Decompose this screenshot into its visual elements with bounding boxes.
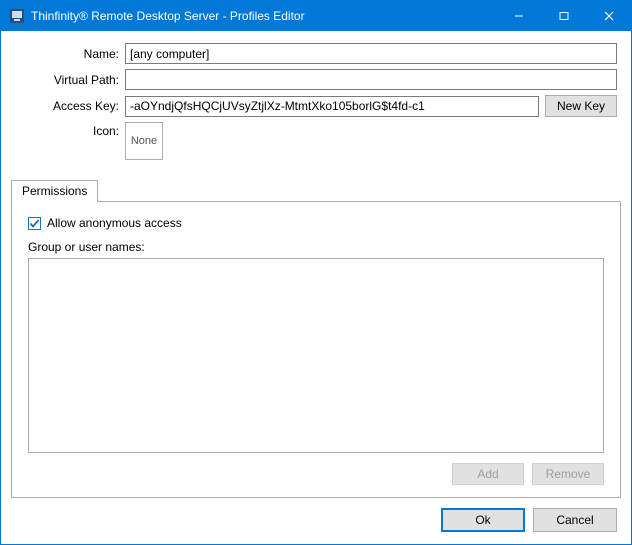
add-button[interactable]: Add: [452, 463, 524, 485]
minimize-button[interactable]: [496, 1, 541, 31]
anonymous-access-label: Allow anonymous access: [47, 216, 182, 230]
group-user-listbox[interactable]: [28, 258, 604, 453]
group-user-label: Group or user names:: [28, 240, 604, 254]
virtual-path-label: Virtual Path:: [15, 73, 125, 87]
icon-label: Icon:: [15, 122, 125, 138]
virtual-path-input[interactable]: [125, 69, 617, 90]
close-button[interactable]: [586, 1, 631, 31]
tabs: Permissions Allow anonymous access Group…: [11, 179, 621, 498]
remove-button[interactable]: Remove: [532, 463, 604, 485]
tabstrip: Permissions: [11, 179, 621, 201]
icon-value: None: [131, 135, 157, 147]
client-area: Name: Virtual Path: Access Key: New Key: [1, 31, 631, 544]
name-input[interactable]: [125, 43, 617, 64]
anonymous-access-checkbox[interactable]: [28, 217, 41, 230]
new-key-button[interactable]: New Key: [545, 95, 617, 117]
ok-button[interactable]: Ok: [441, 508, 525, 532]
titlebar[interactable]: Thinfinity® Remote Desktop Server - Prof…: [1, 1, 631, 31]
window-controls: [496, 1, 631, 31]
permissions-panel: Allow anonymous access Group or user nam…: [11, 201, 621, 498]
app-icon: [9, 8, 25, 24]
name-label: Name:: [15, 47, 125, 61]
icon-picker[interactable]: None: [125, 122, 163, 160]
dialog-footer: Ok Cancel: [11, 498, 621, 534]
maximize-button[interactable]: [541, 1, 586, 31]
window: Thinfinity® Remote Desktop Server - Prof…: [0, 0, 632, 545]
access-key-input[interactable]: [125, 96, 539, 117]
access-key-label: Access Key:: [15, 99, 125, 113]
window-title: Thinfinity® Remote Desktop Server - Prof…: [31, 9, 496, 23]
tab-permissions[interactable]: Permissions: [11, 180, 98, 202]
cancel-button[interactable]: Cancel: [533, 508, 617, 532]
profile-form: Name: Virtual Path: Access Key: New Key: [11, 39, 621, 173]
